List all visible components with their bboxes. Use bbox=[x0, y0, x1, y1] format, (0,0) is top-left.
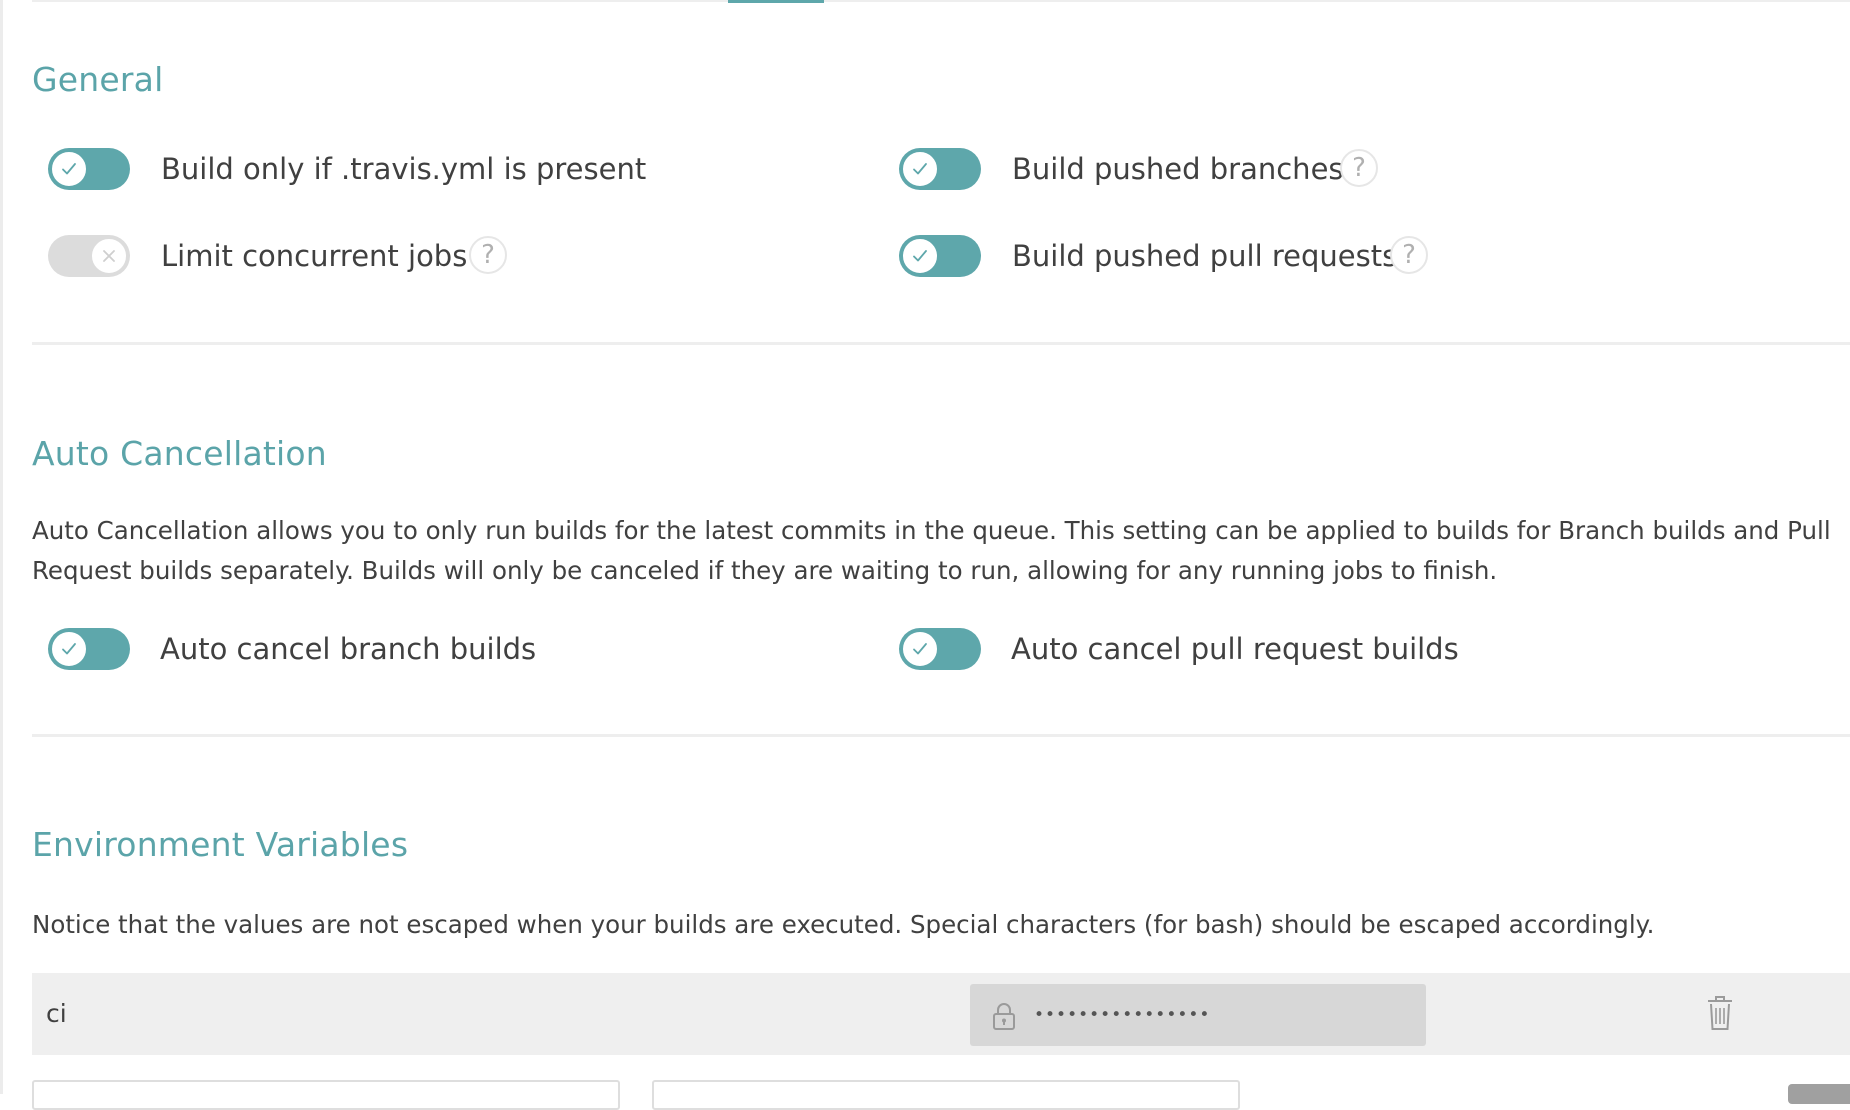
question-icon[interactable]: ? bbox=[1390, 236, 1428, 274]
toggle-knob bbox=[50, 150, 88, 188]
toggle-knob bbox=[90, 237, 128, 275]
toggle-build-only-if-travis-yml[interactable] bbox=[48, 148, 130, 190]
active-tab-indicator bbox=[728, 0, 824, 3]
option-label-auto-cancel-pull-request-builds: Auto cancel pull request builds bbox=[1011, 632, 1459, 666]
env-var-row: ci •••••••••••••••• bbox=[32, 973, 1850, 1055]
environment-variables-notice: Notice that the values are not escaped w… bbox=[32, 910, 1655, 939]
general-section-title: General bbox=[32, 60, 164, 99]
option-label-limit-concurrent-jobs: Limit concurrent jobs bbox=[161, 239, 468, 273]
add-env-var-button[interactable] bbox=[1788, 1084, 1850, 1104]
question-icon[interactable]: ? bbox=[1340, 149, 1378, 187]
env-var-value-field: •••••••••••••••• bbox=[970, 984, 1426, 1046]
check-icon bbox=[913, 643, 927, 655]
left-border bbox=[0, 0, 3, 1094]
option-label-build-only-if-travis-yml: Build only if .travis.yml is present bbox=[161, 152, 647, 186]
tab-bar-underline bbox=[32, 0, 1850, 2]
lock-icon bbox=[993, 1003, 1015, 1030]
check-icon bbox=[913, 163, 927, 175]
new-env-name-input[interactable] bbox=[32, 1080, 620, 1110]
environment-variables-section-title: Environment Variables bbox=[32, 825, 409, 864]
question-icon[interactable]: ? bbox=[469, 236, 507, 274]
option-label-build-pushed-pull-requests: Build pushed pull requests bbox=[1012, 239, 1398, 273]
cross-icon bbox=[103, 250, 115, 262]
toggle-auto-cancel-pull-request-builds[interactable] bbox=[899, 628, 981, 670]
option-label-auto-cancel-branch-builds: Auto cancel branch builds bbox=[160, 632, 537, 666]
toggle-knob bbox=[901, 150, 939, 188]
toggle-knob bbox=[50, 630, 88, 668]
trash-icon[interactable] bbox=[1706, 995, 1734, 1031]
toggle-auto-cancel-branch-builds[interactable] bbox=[48, 628, 130, 670]
toggle-build-pushed-branches[interactable] bbox=[899, 148, 981, 190]
env-var-name: ci bbox=[46, 999, 67, 1028]
new-env-value-input[interactable] bbox=[652, 1080, 1240, 1110]
section-divider bbox=[32, 342, 1850, 345]
auto-cancellation-description: Auto Cancellation allows you to only run… bbox=[32, 516, 1831, 585]
check-icon bbox=[62, 163, 76, 175]
env-var-masked-value: •••••••••••••••• bbox=[1034, 1005, 1211, 1025]
check-icon bbox=[913, 250, 927, 262]
option-label-build-pushed-branches: Build pushed branches bbox=[1012, 152, 1344, 186]
toggle-knob bbox=[901, 237, 939, 275]
auto-cancellation-section-title: Auto Cancellation bbox=[32, 434, 327, 473]
toggle-limit-concurrent-jobs[interactable] bbox=[48, 235, 130, 277]
check-icon bbox=[62, 643, 76, 655]
toggle-build-pushed-pull-requests[interactable] bbox=[899, 235, 981, 277]
section-divider bbox=[32, 734, 1850, 737]
toggle-knob bbox=[901, 630, 939, 668]
